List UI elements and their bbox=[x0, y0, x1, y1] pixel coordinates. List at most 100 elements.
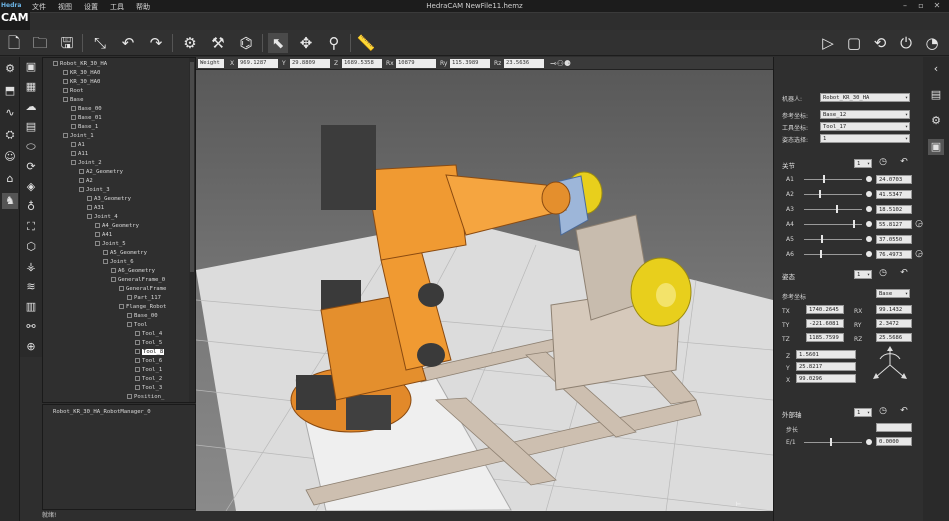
joint-slider-knob[interactable] bbox=[820, 250, 823, 258]
undo-icon[interactable]: ↶ bbox=[118, 33, 138, 53]
tree-item[interactable]: Tool bbox=[127, 321, 147, 330]
tree-expander-icon[interactable] bbox=[79, 178, 84, 183]
joint-slider[interactable] bbox=[804, 194, 862, 195]
x-rotation-field[interactable]: 99.0296 bbox=[796, 374, 856, 383]
tree-expander-icon[interactable] bbox=[135, 358, 140, 363]
tree-item[interactable]: A31 bbox=[87, 204, 104, 213]
frame-icon[interactable]: ▤ bbox=[23, 119, 39, 135]
tree-expander-icon[interactable] bbox=[135, 376, 140, 381]
tree-expander-icon[interactable] bbox=[135, 340, 140, 345]
feature-icon[interactable]: ⛭ bbox=[2, 127, 18, 143]
axis-gizmo-icon[interactable] bbox=[870, 345, 910, 385]
tree-item[interactable]: A11 bbox=[71, 150, 88, 159]
part-icon[interactable]: ⬒ bbox=[2, 83, 18, 99]
joint-slider[interactable] bbox=[804, 209, 862, 210]
hex-icon[interactable]: ⬡ bbox=[23, 239, 39, 255]
e1-slider[interactable] bbox=[804, 442, 862, 443]
tree-expander-icon[interactable] bbox=[63, 88, 68, 93]
tree-item[interactable]: Base_01 bbox=[71, 114, 102, 123]
tree-expander-icon[interactable] bbox=[95, 223, 100, 228]
tree-expander-icon[interactable] bbox=[111, 277, 116, 282]
tree-item[interactable]: Tool_8 bbox=[135, 348, 165, 357]
rx-field[interactable]: 10879 bbox=[396, 59, 436, 68]
tree-item[interactable]: Joint_5 bbox=[95, 240, 126, 249]
tree-expander-icon[interactable] bbox=[135, 385, 140, 390]
z-rotation-field[interactable]: 1.5601 bbox=[796, 350, 856, 359]
ext-undo-icon[interactable]: ↶ bbox=[898, 406, 910, 417]
tree-item[interactable]: A4_Geometry bbox=[95, 222, 139, 231]
robot-name-select[interactable]: Robot_KR_30_HA ▾ bbox=[820, 93, 910, 102]
stop-icon[interactable]: ▢ bbox=[844, 33, 864, 53]
sensor-icon[interactable]: ⊕ bbox=[23, 339, 39, 355]
tree-expander-icon[interactable] bbox=[119, 304, 124, 309]
collapse-left-icon[interactable]: ‹ bbox=[928, 61, 944, 77]
antenna-icon[interactable]: ⚶ bbox=[23, 259, 39, 275]
tree-expander-icon[interactable] bbox=[63, 97, 68, 102]
joints-index-select[interactable]: 1 ▾ bbox=[854, 159, 872, 168]
joint-value-field[interactable]: 37.0550 bbox=[876, 235, 912, 244]
tree-expander-icon[interactable] bbox=[71, 115, 76, 120]
ruler-icon[interactable]: 📏 bbox=[356, 33, 376, 53]
tree-item[interactable]: Joint_3 bbox=[79, 186, 110, 195]
power-icon[interactable]: ⏻ bbox=[896, 33, 916, 53]
tree-expander-icon[interactable] bbox=[103, 259, 108, 264]
joint-slider-knob[interactable] bbox=[853, 220, 856, 228]
save-icon[interactable]: 🖫 bbox=[57, 33, 77, 53]
maximize-icon[interactable]: ▫ bbox=[914, 1, 928, 11]
robot-manager-item[interactable]: Robot_KR_30_HA_RobotManager_0 bbox=[53, 409, 151, 415]
tree-item[interactable]: Tool_4 bbox=[135, 330, 162, 339]
menu-settings[interactable]: 设置 bbox=[84, 2, 98, 12]
ext-home-icon[interactable]: ◷ bbox=[877, 406, 889, 417]
wave-icon[interactable]: ≋ bbox=[23, 279, 39, 295]
tree-scrollbar[interactable] bbox=[189, 58, 195, 402]
x-field[interactable]: 969.1287 bbox=[238, 59, 278, 68]
joint-value-field[interactable]: 18.5102 bbox=[876, 205, 912, 214]
joint-slider-knob[interactable] bbox=[822, 175, 825, 183]
gripper-icon[interactable]: ⚯ bbox=[23, 319, 39, 335]
menu-tools[interactable]: 工具 bbox=[110, 2, 124, 12]
drop-icon[interactable]: ⬭ bbox=[23, 139, 39, 155]
pose-home-icon[interactable]: ◷ bbox=[877, 268, 889, 279]
robot-path-icon[interactable]: ⚙ bbox=[180, 33, 200, 53]
tree-item[interactable]: Joint_6 bbox=[103, 258, 134, 267]
tree-item[interactable]: A41 bbox=[95, 231, 112, 240]
tree-item[interactable]: Robot_KR_30_HA bbox=[53, 60, 107, 69]
robot-control-icon[interactable]: ▣ bbox=[928, 139, 944, 155]
move-axis-icon[interactable]: ✥ bbox=[296, 33, 316, 53]
e1-slider-knob[interactable] bbox=[830, 438, 832, 446]
tree-item[interactable]: Joint_4 bbox=[87, 213, 118, 222]
rz-field[interactable]: 23.5636 bbox=[504, 59, 544, 68]
tree-item[interactable]: Tool_1 bbox=[135, 366, 162, 375]
tree-expander-icon[interactable] bbox=[135, 349, 140, 354]
tree-scroll-thumb[interactable] bbox=[190, 62, 194, 272]
tree-expander-icon[interactable] bbox=[63, 70, 68, 75]
pose-index-select[interactable]: 1 ▾ bbox=[854, 270, 872, 279]
grid-icon[interactable]: ▦ bbox=[23, 79, 39, 95]
redo-icon[interactable]: ↷ bbox=[146, 33, 166, 53]
tree-item[interactable]: KR_30_HA0 bbox=[63, 78, 100, 87]
robot-arm-icon[interactable]: ⌬ bbox=[236, 33, 256, 53]
tree-item[interactable]: Tool_2 bbox=[135, 375, 162, 384]
tree-expander-icon[interactable] bbox=[71, 151, 76, 156]
tree-expander-icon[interactable] bbox=[79, 187, 84, 192]
people-icon[interactable]: ☺ bbox=[2, 149, 18, 165]
tree-expander-icon[interactable] bbox=[71, 106, 76, 111]
tree-expander-icon[interactable] bbox=[71, 142, 76, 147]
snap-tools-icon[interactable]: ⊸⚇⚈ bbox=[550, 59, 571, 68]
rx-panel-field[interactable]: 99.1432 bbox=[876, 305, 912, 314]
joint-slider[interactable] bbox=[804, 239, 862, 240]
cloud-icon[interactable]: ☁ bbox=[23, 99, 39, 115]
3d-viewport[interactable]: Weight X 969.1287 Y 29.8809 Z 1689.5358 … bbox=[196, 57, 773, 511]
tree-expander-icon[interactable] bbox=[63, 133, 68, 138]
robot-config-icon[interactable]: ♞ bbox=[2, 193, 18, 209]
ref-coord-select[interactable]: Base_12 ▾ bbox=[820, 110, 910, 119]
cube-icon[interactable]: ▣ bbox=[23, 59, 39, 75]
tree-expander-icon[interactable] bbox=[111, 268, 116, 273]
tz-field[interactable]: 1185.7599 bbox=[806, 333, 844, 342]
e1-field[interactable]: 0.0000 bbox=[876, 437, 912, 446]
robot-lib-icon[interactable]: ⚙ bbox=[2, 61, 18, 77]
tree-item[interactable]: Joint_2 bbox=[71, 159, 102, 168]
select-cursor-icon[interactable]: ⬉ bbox=[268, 33, 288, 53]
joint-slider-knob[interactable] bbox=[818, 190, 821, 198]
tree-item[interactable]: Position_ bbox=[127, 393, 164, 402]
